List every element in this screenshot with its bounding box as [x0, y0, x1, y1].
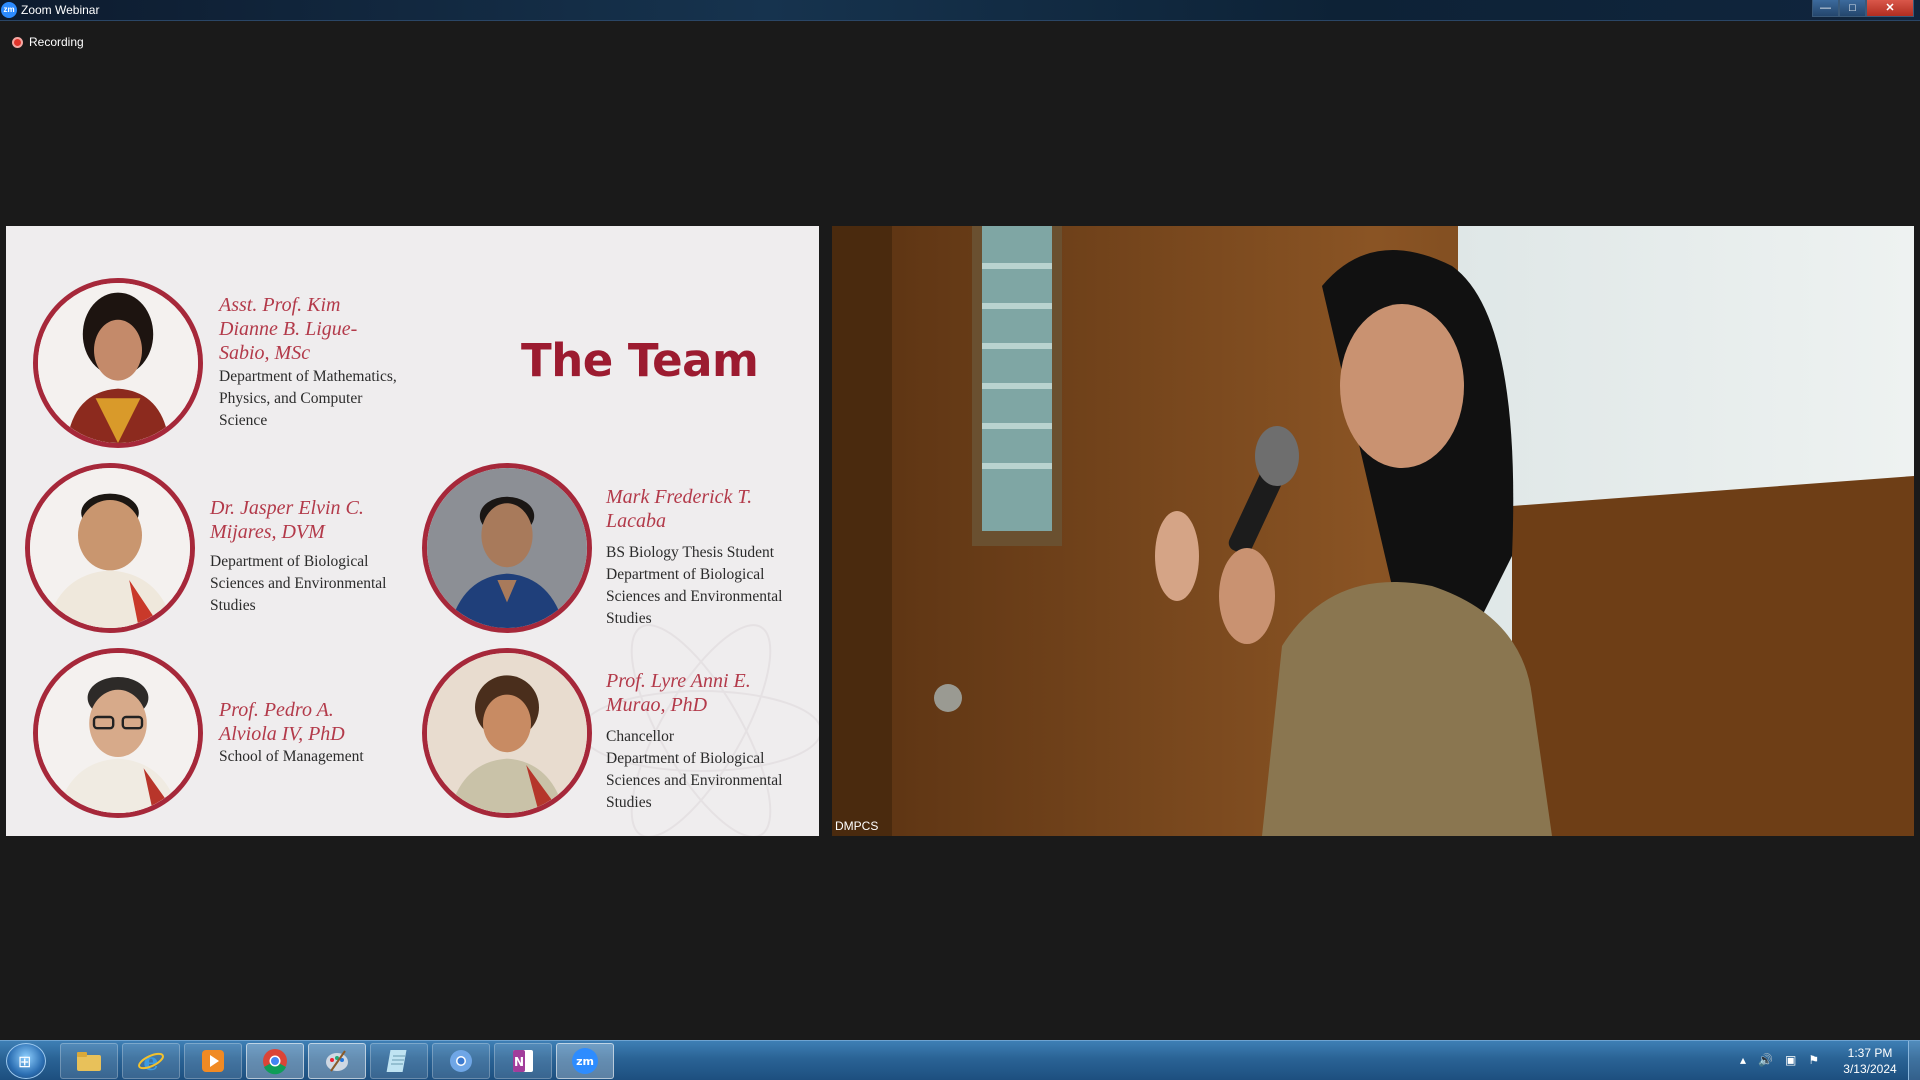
member-name: Prof. Lyre Anni E. Murao, PhD	[606, 669, 751, 717]
volume-icon[interactable]: 🔊	[1758, 1053, 1773, 1067]
taskbar: ⊞ e N zm ▴ 🔊 ▣ ⚑ 1:37 PM 3/13/2024	[0, 1040, 1920, 1080]
taskbar-notepad[interactable]	[370, 1043, 428, 1079]
taskbar-onenote[interactable]: N	[494, 1043, 552, 1079]
file-explorer-icon	[77, 1052, 101, 1071]
member-name-line: Prof. Pedro A.	[219, 699, 334, 721]
member-name-line: Murao, PhD	[606, 694, 708, 716]
taskbar-chrome-alt[interactable]	[432, 1043, 490, 1079]
chrome-alt-icon	[450, 1050, 472, 1072]
member-dept-line: Studies	[606, 794, 652, 811]
chrome-icon	[263, 1049, 287, 1075]
member-name-line: Alviola IV, PhD	[219, 723, 345, 745]
member-dept-line: Studies	[210, 597, 256, 614]
member-dept-line: BS Biology Thesis Student	[606, 544, 775, 561]
clock-time: 1:37 PM	[1847, 1046, 1893, 1060]
record-dot-icon	[12, 36, 23, 48]
participant-video[interactable]	[832, 226, 1914, 836]
member-department: BS Biology Thesis Student Department of …	[606, 542, 782, 630]
recording-indicator[interactable]: Recording	[12, 34, 84, 50]
member-photo-pedro	[33, 648, 203, 818]
internet-explorer-icon: e	[138, 1047, 164, 1075]
member-department: Department of Biological Sciences and En…	[210, 551, 386, 617]
member-dept-line: Department of Biological	[210, 553, 369, 570]
close-button[interactable]: ✕	[1866, 0, 1914, 17]
svg-text:N: N	[514, 1055, 524, 1069]
member-name: Dr. Jasper Elvin C. Mijares, DVM	[210, 496, 364, 544]
member-name: Asst. Prof. Kim Dianne B. Ligue- Sabio, …	[219, 293, 357, 365]
minimize-button[interactable]: —	[1812, 0, 1839, 17]
paint-icon	[326, 1050, 348, 1072]
member-department: Department of Mathematics, Physics, and …	[219, 366, 397, 432]
maximize-button[interactable]: □	[1839, 0, 1866, 17]
onenote-icon: N	[513, 1050, 533, 1072]
member-photo-lyre	[422, 648, 592, 818]
participant-name-label: DMPCS	[835, 819, 879, 833]
member-department: Chancellor Department of Biological Scie…	[606, 726, 782, 814]
taskbar-paint[interactable]	[308, 1043, 366, 1079]
svg-text:e: e	[143, 1047, 158, 1075]
member-name-line: Asst. Prof. Kim	[219, 294, 341, 316]
windows-logo-icon[interactable]: ⊞	[6, 1043, 46, 1079]
member-dept-line: Studies	[606, 610, 652, 627]
slide-title: The Team	[521, 334, 759, 387]
taskbar-media-player[interactable]	[184, 1043, 242, 1079]
taskbar-chrome[interactable]	[246, 1043, 304, 1079]
member-department: School of Management	[219, 746, 364, 768]
recording-label: Recording	[29, 35, 84, 49]
member-dept-line: Chancellor	[606, 728, 675, 745]
zoom-icon: zm	[572, 1048, 598, 1074]
member-dept-line: Department of Mathematics,	[219, 368, 397, 385]
action-center-flag-icon[interactable]: ⚑	[1808, 1053, 1819, 1067]
taskbar-file-explorer[interactable]	[60, 1043, 118, 1079]
network-icon[interactable]: ▣	[1785, 1053, 1796, 1067]
member-name-line: Sabio, MSc	[219, 342, 311, 364]
shared-screen[interactable]: The Team Asst. Prof. Kim Dianne B. Ligue…	[6, 226, 819, 836]
member-name: Mark Frederick T. Lacaba	[606, 485, 752, 533]
member-dept-line: Sciences and Environmental	[210, 575, 387, 592]
member-name-line: Dr. Jasper Elvin C.	[210, 497, 364, 519]
member-dept-line: Sciences and Environmental	[606, 772, 783, 789]
member-photo-jasper	[25, 463, 195, 633]
member-name-line: Dianne B. Ligue-	[219, 318, 358, 340]
member-name-line: Prof. Lyre Anni E.	[606, 670, 751, 692]
zoom-logo-icon: zm	[1, 2, 17, 18]
tray-up-arrow-icon[interactable]: ▴	[1740, 1053, 1746, 1067]
zoom-icon-label: zm	[576, 1055, 594, 1068]
member-dept-line: Physics, and Computer	[219, 390, 363, 407]
notepad-icon	[386, 1050, 407, 1072]
system-tray: ▴ 🔊 ▣ ⚑	[1740, 1053, 1819, 1067]
taskbar-internet-explorer[interactable]: e	[122, 1043, 180, 1079]
taskbar-zoom[interactable]: zm	[556, 1043, 614, 1079]
member-dept-line: School of Management	[219, 748, 364, 765]
media-player-icon	[202, 1050, 224, 1072]
member-photo-kim	[33, 278, 203, 448]
title-bar: zm Zoom Webinar — □ ✕	[0, 0, 1920, 21]
member-name-line: Mark Frederick T.	[606, 486, 753, 508]
clock-date: 3/13/2024	[1843, 1062, 1897, 1076]
speaker-video-frame	[832, 226, 1914, 836]
show-desktop-button[interactable]	[1908, 1041, 1920, 1080]
member-dept-line: Science	[219, 412, 268, 429]
member-dept-line: Sciences and Environmental	[606, 588, 783, 605]
window-title: Zoom Webinar	[21, 3, 100, 17]
member-name-line: Mijares, DVM	[210, 521, 325, 543]
member-dept-line: Department of Biological	[606, 750, 765, 767]
member-name-line: Lacaba	[606, 510, 666, 532]
member-dept-line: Department of Biological	[606, 566, 765, 583]
member-photo-mark	[422, 463, 592, 633]
clock[interactable]: 1:37 PM 3/13/2024	[1830, 1045, 1910, 1077]
member-name: Prof. Pedro A. Alviola IV, PhD	[219, 698, 345, 746]
